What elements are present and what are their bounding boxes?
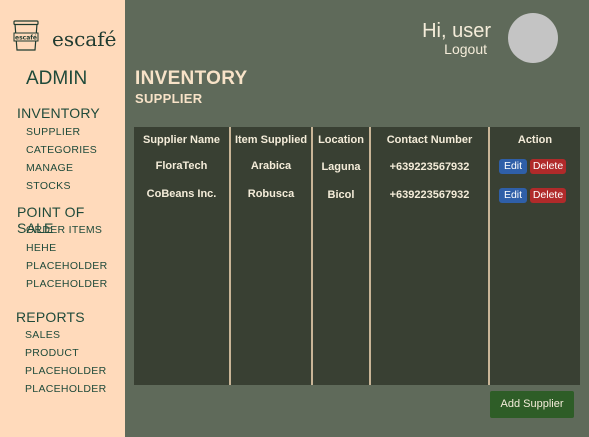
column-header: Contact Number <box>386 134 473 146</box>
cell-contact-number: +639223567932 <box>389 189 470 201</box>
sidebar-item-product[interactable]: PRODUCT <box>25 347 79 359</box>
cell-item-supplied: Robusca <box>247 188 295 200</box>
sidebar-item-sales[interactable]: SALES <box>25 329 60 341</box>
column-header: Action <box>517 134 553 146</box>
sidebar-item-placeholder[interactable]: PLACEHOLDER <box>26 278 108 290</box>
cell-location: Laguna <box>321 161 361 173</box>
add-supplier-button[interactable]: Add Supplier <box>490 391 574 418</box>
sidebar-item-placeholder[interactable]: PLACEHOLDER <box>26 260 108 272</box>
avatar[interactable] <box>508 13 558 63</box>
cell-location: Bicol <box>327 189 355 201</box>
logout-link[interactable]: Logout <box>444 41 487 57</box>
supplier-table: Supplier Name Item Supplied Location Con… <box>134 127 580 385</box>
sidebar-item-supplier[interactable]: SUPPLIER <box>26 126 80 138</box>
column-header: Supplier Name <box>142 134 221 146</box>
cell-supplier-name: FloraTech <box>155 160 208 172</box>
column-divider <box>488 127 490 385</box>
sidebar-item-manage[interactable]: MANAGE <box>26 162 73 174</box>
main-content: Hi, user Logout INVENTORY SUPPLIER Suppl… <box>125 0 589 437</box>
sidebar-section-reports[interactable]: REPORTS <box>16 309 85 325</box>
sidebar-item-placeholder[interactable]: PLACEHOLDER <box>25 365 107 377</box>
cell-item-supplied: Arabica <box>250 160 292 172</box>
column-header: Item Supplied <box>234 134 308 146</box>
user-greeting: Hi, user <box>422 20 491 42</box>
logo-text: escafé <box>15 35 37 42</box>
brand[interactable]: escafé escafé <box>10 18 120 58</box>
sidebar-section-inventory[interactable]: INVENTORY <box>17 105 100 121</box>
cell-supplier-name: CoBeans Inc. <box>146 188 217 200</box>
edit-button[interactable]: Edit <box>499 188 527 203</box>
sidebar-item-categories[interactable]: CATEGORIES <box>26 144 97 156</box>
sidebar-item-order-items[interactable]: ORDER ITEMS <box>26 224 102 236</box>
sidebar-title: ADMIN <box>26 68 88 89</box>
sidebar-item-stocks[interactable]: STOCKS <box>26 180 71 192</box>
delete-button[interactable]: Delete <box>530 159 566 174</box>
delete-button[interactable]: Delete <box>530 188 566 203</box>
edit-button[interactable]: Edit <box>499 159 527 174</box>
sidebar: escafé escafé ADMIN INVENTORY SUPPLIER C… <box>0 0 125 437</box>
sidebar-item-placeholder[interactable]: PLACEHOLDER <box>25 383 107 395</box>
cell-contact-number: +639223567932 <box>389 161 470 173</box>
brand-name: escafé <box>52 27 117 51</box>
column-header: Location <box>318 134 364 146</box>
coffee-cup-logo-icon: escafé <box>13 20 39 51</box>
page-title: INVENTORY <box>135 68 248 89</box>
page-subtitle: SUPPLIER <box>135 91 203 106</box>
sidebar-item-hehe[interactable]: HEHE <box>26 242 56 254</box>
